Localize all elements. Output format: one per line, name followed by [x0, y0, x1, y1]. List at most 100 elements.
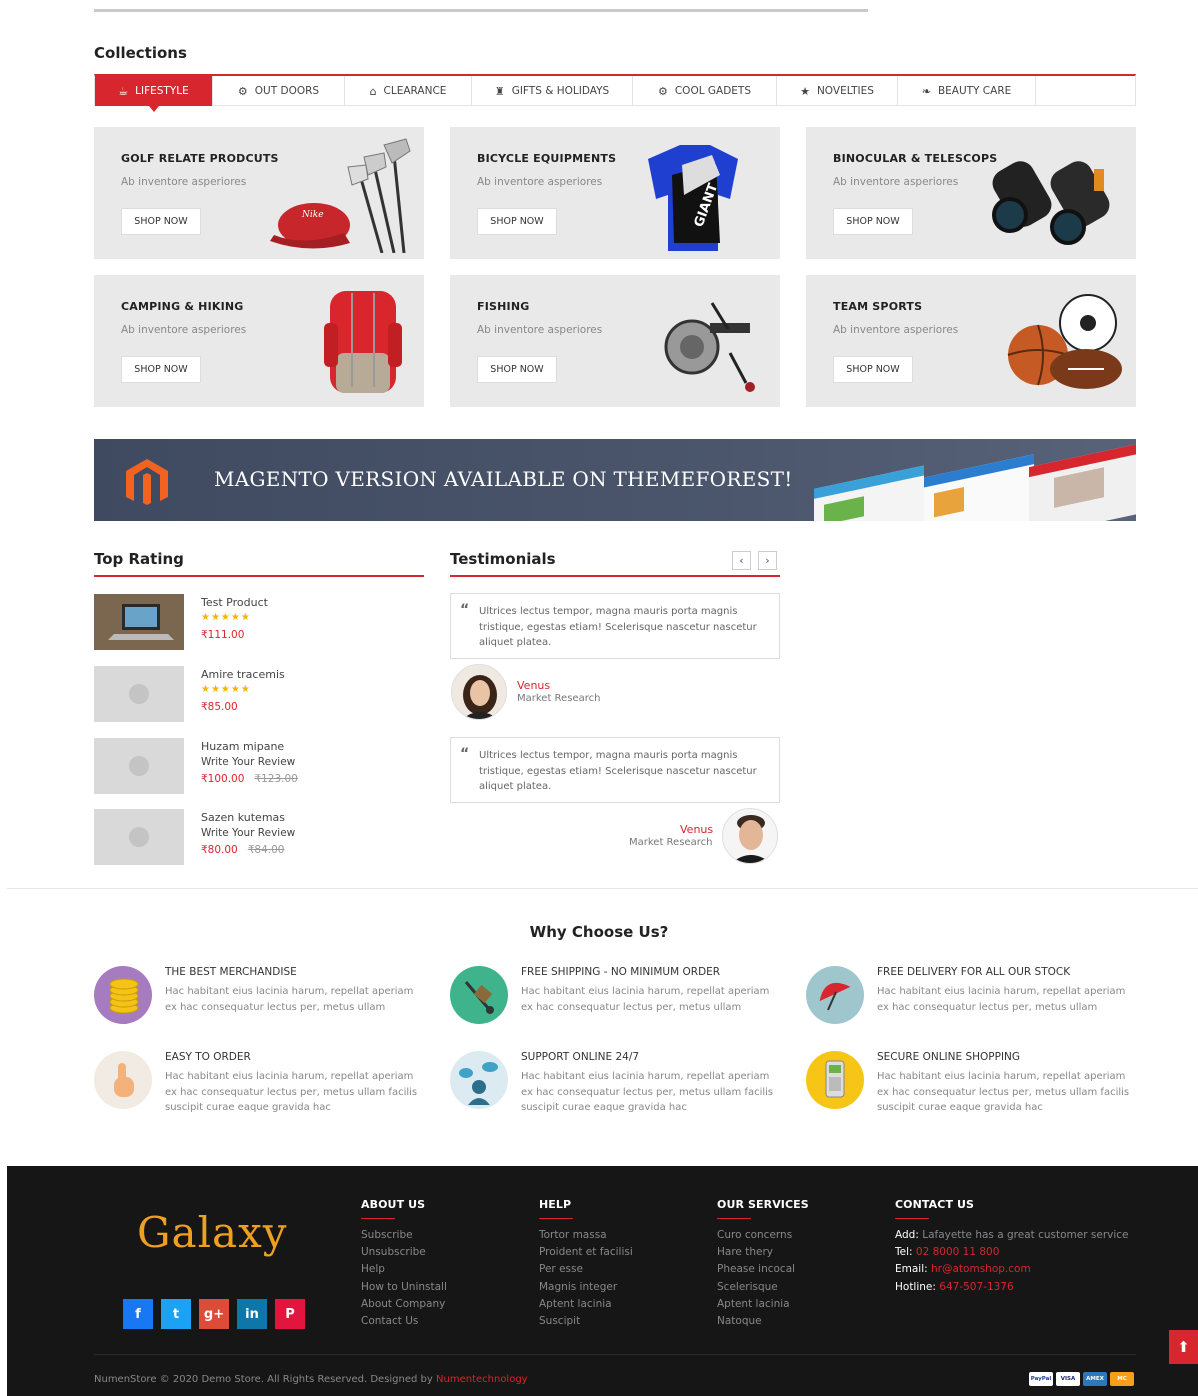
back-to-top-button[interactable]: ⬆ [1169, 1330, 1198, 1364]
designer-link[interactable]: Numentechnology [436, 1374, 528, 1385]
tab-lifestyle[interactable]: ☕ LIFESTYLE [95, 76, 213, 112]
feature-item: THE BEST MERCHANDISE Hac habitant eius l… [94, 966, 424, 1046]
star-icon: ★ [800, 84, 810, 98]
quote-icon: “ [460, 602, 470, 618]
pinterest-icon[interactable]: P [275, 1299, 305, 1329]
shop-now-button[interactable]: SHOP NOW [121, 356, 201, 383]
list-item[interactable]: Huzam mipane Write Your Review ₹100.00 ₹1… [94, 738, 424, 800]
category-card-binocular[interactable]: BINOCULAR & TELESCOPS Ab inventore asper… [806, 127, 1136, 259]
twitter-icon[interactable]: t [161, 1299, 191, 1329]
footer-link[interactable]: Pheasе incocal [717, 1261, 809, 1278]
magento-banner[interactable]: MAGENTO VERSION AVAILABLE ON THEMEFOREST… [94, 439, 1136, 521]
footer-link[interactable]: About Company [361, 1296, 447, 1313]
shop-now-button[interactable]: SHOP NOW [477, 356, 557, 383]
product-name[interactable]: Amire tracemis [201, 668, 285, 681]
tab-novelties[interactable]: ★ NOVELTIES [777, 76, 898, 106]
golf-clubs-cap-image: Nike [270, 138, 411, 253]
cogs-icon: ⚙ [657, 84, 668, 98]
footer-about: ABOUT US Subscribe Unsubscribe Help How … [361, 1198, 447, 1330]
tab-clearance[interactable]: ⌂ CLEARANCE [345, 76, 472, 106]
coins-icon [94, 966, 152, 1024]
category-card-golf[interactable]: GOLF RELATE PRODCUTS Ab inventore asperi… [94, 127, 424, 259]
product-thumbnail[interactable] [94, 594, 184, 650]
tab-beauty-care[interactable]: ❧ BEAUTY CARE [898, 76, 1036, 106]
footer-link[interactable]: How to Uninstall [361, 1279, 447, 1296]
footer-divider [94, 1354, 1136, 1355]
testimonial-quote: “ Ultrices lectus tempor, magna mauris p… [450, 737, 780, 803]
footer-services: OUR SERVICES Curo concerns Hare thery Ph… [717, 1198, 809, 1330]
footer-link[interactable]: Suscipit [539, 1313, 633, 1330]
gift-icon: ♜ [494, 84, 505, 98]
top-scroll-bar [94, 9, 868, 12]
shop-now-button[interactable]: SHOP NOW [833, 356, 913, 383]
footer-link[interactable]: Per esse [539, 1261, 633, 1278]
shop-now-button[interactable]: SHOP NOW [833, 208, 913, 235]
category-card-bicycle[interactable]: BICYCLE EQUIPMENTS Ab inventore asperior… [450, 127, 780, 259]
tab-outdoors[interactable]: ⚙ OUT DOORS [213, 76, 345, 106]
product-thumbnail[interactable] [94, 809, 184, 865]
write-review-link[interactable]: Write Your Review [201, 756, 295, 768]
product-thumbnail[interactable] [94, 666, 184, 722]
category-card-fishing[interactable]: FISHING Ab inventore asperiores SHOP NOW [450, 275, 780, 407]
shop-now-button[interactable]: SHOP NOW [477, 208, 557, 235]
banner-text: MAGENTO VERSION AVAILABLE ON THEMEFOREST… [214, 467, 793, 491]
next-button[interactable]: › [758, 551, 777, 570]
galaxy-logo[interactable]: Galaxy [137, 1208, 287, 1257]
quote-icon: “ [460, 746, 470, 762]
hotline-link[interactable]: 647-507-1376 [939, 1281, 1013, 1293]
tab-cool-gadets[interactable]: ⚙ COOL GADETS [633, 76, 777, 106]
footer-link[interactable]: Proident et facilisi [539, 1244, 633, 1261]
testimonial-name: Venus [517, 679, 551, 692]
footer-link[interactable]: Magnis integer [539, 1279, 633, 1296]
payment-methods: PayPal VISA AMEX MC [1029, 1372, 1134, 1386]
product-name[interactable]: Huzam mipane [201, 740, 284, 753]
footer-link[interactable]: Help [361, 1261, 447, 1278]
footer-link[interactable]: Natoque [717, 1313, 809, 1330]
shop-now-button[interactable]: SHOP NOW [121, 208, 201, 235]
product-thumbnail[interactable] [94, 738, 184, 794]
footer-link[interactable]: Scelerisque [717, 1279, 809, 1296]
list-item[interactable]: Sazen kutemas Write Your Review ₹80.00 ₹8… [94, 809, 424, 871]
footer-link[interactable]: Aptent lacinia [539, 1296, 633, 1313]
footer-link[interactable]: Aptent lacinia [717, 1296, 809, 1313]
category-card-team-sports[interactable]: TEAM SPORTS Ab inventore asperiores SHOP… [806, 275, 1136, 407]
top-rating-title: Top Rating [94, 550, 184, 568]
category-card-camping[interactable]: CAMPING & HIKING Ab inventore asperiores… [94, 275, 424, 407]
product-price: ₹111.00 [201, 629, 245, 641]
footer-link[interactable]: Unsubscribe [361, 1244, 447, 1261]
write-review-link[interactable]: Write Your Review [201, 827, 295, 839]
testimonials-underline [450, 575, 780, 577]
list-item[interactable]: Test Product ★★★★★ ₹111.00 [94, 594, 424, 656]
paypal-icon: PayPal [1029, 1372, 1053, 1386]
home-icon: ⌂ [369, 84, 377, 98]
footer-link[interactable]: Hare thery [717, 1244, 809, 1261]
binoculars-image [992, 161, 1110, 245]
footer-link[interactable]: Contact Us [361, 1313, 447, 1330]
tab-gifts-holidays[interactable]: ♜ GIFTS & HOLIDAYS [472, 76, 633, 106]
rating-stars: ★★★★★ [201, 684, 251, 695]
facebook-icon[interactable]: f [123, 1299, 153, 1329]
fishing-reel-image [664, 302, 755, 392]
card-reader-icon [806, 1051, 864, 1109]
linkedin-icon[interactable]: in [237, 1299, 267, 1329]
footer-link[interactable]: Curo concerns [717, 1227, 809, 1244]
prev-button[interactable]: ‹ [732, 551, 751, 570]
testimonial-quote: “ Ultrices lectus tempor, magna mauris p… [450, 593, 780, 659]
product-name[interactable]: Test Product [201, 596, 268, 609]
phone-link[interactable]: 02 8000 11 800 [916, 1246, 1000, 1258]
arrow-up-icon: ⬆ [1177, 1338, 1190, 1356]
product-name[interactable]: Sazen kutemas [201, 811, 285, 824]
footer-link[interactable]: Subscribe [361, 1227, 447, 1244]
camera-placeholder-icon [129, 684, 149, 704]
google-plus-icon[interactable]: g+ [199, 1299, 229, 1329]
email-link[interactable]: hr@atomshop.com [931, 1263, 1031, 1275]
avatar [722, 808, 778, 864]
man-portrait [723, 809, 777, 863]
old-price: ₹123.00 [254, 773, 298, 785]
collections-title: Collections [94, 44, 187, 62]
why-choose-us-title: Why Choose Us? [529, 923, 669, 941]
list-item[interactable]: Amire tracemis ★★★★★ ₹85.00 [94, 666, 424, 728]
footer-link[interactable]: Tortor massa [539, 1227, 633, 1244]
feature-item: SUPPORT ONLINE 24/7 Hac habitant eius la… [450, 1051, 780, 1131]
address-text: Lafayette has a great customer service [922, 1229, 1129, 1241]
